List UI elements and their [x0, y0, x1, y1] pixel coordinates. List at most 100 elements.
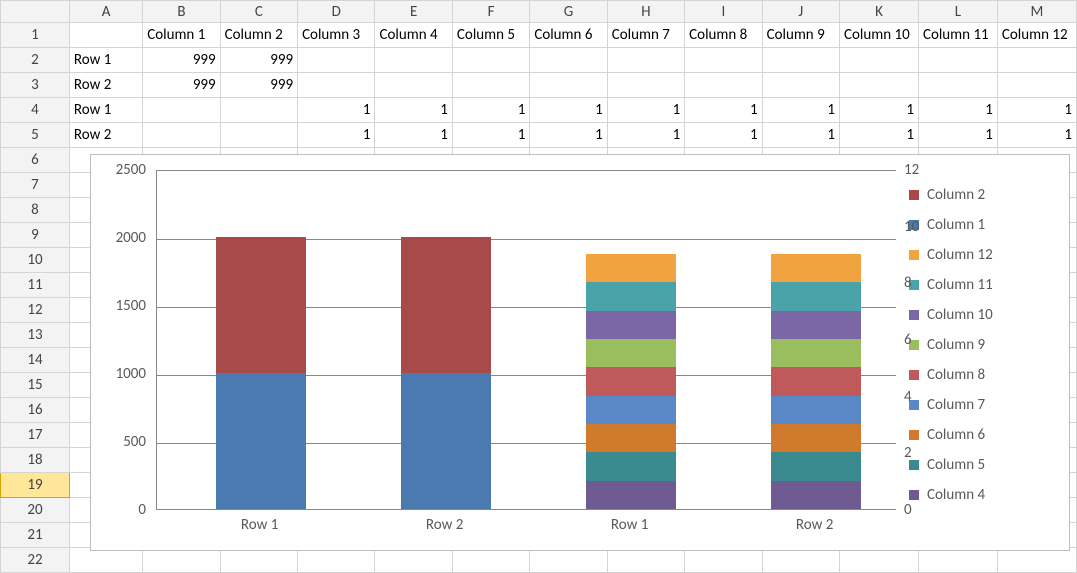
cell-K22[interactable] [840, 548, 919, 573]
cell-J3[interactable] [762, 73, 839, 98]
cell-E5[interactable]: 1 [375, 123, 452, 148]
cell-F2[interactable] [452, 48, 529, 73]
cell-K5[interactable]: 1 [840, 123, 919, 148]
cell-C2[interactable]: 999 [220, 48, 297, 73]
col-header-M[interactable]: M [997, 1, 1076, 23]
cell-I22[interactable] [685, 548, 762, 573]
row-header-16[interactable]: 16 [1, 398, 70, 423]
col-header-G[interactable]: G [530, 1, 607, 23]
col-header-J[interactable]: J [762, 1, 839, 23]
cell-L5[interactable]: 1 [918, 123, 997, 148]
cell-E3[interactable] [375, 73, 452, 98]
cell-D22[interactable] [298, 548, 375, 573]
cell-B4[interactable] [143, 98, 220, 123]
col-header-L[interactable]: L [918, 1, 997, 23]
cell-F3[interactable] [452, 73, 529, 98]
cell-C5[interactable] [220, 123, 297, 148]
row-header-13[interactable]: 13 [1, 323, 70, 348]
cell-J2[interactable] [762, 48, 839, 73]
cell-A2[interactable]: Row 1 [69, 48, 142, 73]
cell-G4[interactable]: 1 [530, 98, 607, 123]
cell-A4[interactable]: Row 1 [69, 98, 142, 123]
cell-G22[interactable] [530, 548, 607, 573]
cell-M4[interactable]: 1 [997, 98, 1076, 123]
cell-F4[interactable]: 1 [452, 98, 529, 123]
col-header-E[interactable]: E [375, 1, 452, 23]
row-header-4[interactable]: 4 [1, 98, 70, 123]
row-header-10[interactable]: 10 [1, 248, 70, 273]
row-header-1[interactable]: 1 [1, 23, 70, 48]
row-header-12[interactable]: 12 [1, 298, 70, 323]
cell-H3[interactable] [607, 73, 684, 98]
cell-L3[interactable] [918, 73, 997, 98]
cell-L4[interactable]: 1 [918, 98, 997, 123]
cell-J4[interactable]: 1 [762, 98, 839, 123]
row-header-22[interactable]: 22 [1, 548, 70, 573]
embedded-chart[interactable]: Column 2Column 1Column 12Column 11Column… [90, 154, 1070, 551]
cell-L22[interactable] [918, 548, 997, 573]
row-header-5[interactable]: 5 [1, 123, 70, 148]
cell-H2[interactable] [607, 48, 684, 73]
col-header-D[interactable]: D [298, 1, 375, 23]
row-header-15[interactable]: 15 [1, 373, 70, 398]
row-header-7[interactable]: 7 [1, 173, 70, 198]
cell-D2[interactable] [298, 48, 375, 73]
cell-M2[interactable] [997, 48, 1076, 73]
select-all-corner[interactable] [1, 1, 70, 23]
cell-G3[interactable] [530, 73, 607, 98]
cell-A5[interactable]: Row 2 [69, 123, 142, 148]
row-header-17[interactable]: 17 [1, 423, 70, 448]
cell-H1[interactable]: Column 7 [607, 23, 684, 48]
cell-A3[interactable]: Row 2 [69, 73, 142, 98]
cell-B5[interactable] [143, 123, 220, 148]
cell-D4[interactable]: 1 [298, 98, 375, 123]
cell-A22[interactable] [69, 548, 142, 573]
cell-L1[interactable]: Column 11 [918, 23, 997, 48]
cell-E22[interactable] [375, 548, 452, 573]
cell-K3[interactable] [840, 73, 919, 98]
cell-I2[interactable] [685, 48, 762, 73]
col-header-F[interactable]: F [452, 1, 529, 23]
cell-E1[interactable]: Column 4 [375, 23, 452, 48]
cell-D1[interactable]: Column 3 [298, 23, 375, 48]
cell-I5[interactable]: 1 [685, 123, 762, 148]
cell-H22[interactable] [607, 548, 684, 573]
row-header-20[interactable]: 20 [1, 498, 70, 523]
cell-H4[interactable]: 1 [607, 98, 684, 123]
cell-F1[interactable]: Column 5 [452, 23, 529, 48]
cell-H5[interactable]: 1 [607, 123, 684, 148]
cell-B1[interactable]: Column 1 [143, 23, 220, 48]
cell-J1[interactable]: Column 9 [762, 23, 839, 48]
cell-J5[interactable]: 1 [762, 123, 839, 148]
cell-I4[interactable]: 1 [685, 98, 762, 123]
cell-G1[interactable]: Column 6 [530, 23, 607, 48]
row-header-2[interactable]: 2 [1, 48, 70, 73]
cell-B3[interactable]: 999 [143, 73, 220, 98]
row-header-3[interactable]: 3 [1, 73, 70, 98]
cell-L2[interactable] [918, 48, 997, 73]
cell-K4[interactable]: 1 [840, 98, 919, 123]
cell-B22[interactable] [143, 548, 220, 573]
cell-I1[interactable]: Column 8 [685, 23, 762, 48]
cell-M1[interactable]: Column 12 [997, 23, 1076, 48]
row-header-18[interactable]: 18 [1, 448, 70, 473]
row-header-6[interactable]: 6 [1, 148, 70, 173]
cell-F5[interactable]: 1 [452, 123, 529, 148]
cell-E2[interactable] [375, 48, 452, 73]
row-header-21[interactable]: 21 [1, 523, 70, 548]
cell-C22[interactable] [220, 548, 297, 573]
col-header-B[interactable]: B [143, 1, 220, 23]
row-header-14[interactable]: 14 [1, 348, 70, 373]
cell-G2[interactable] [530, 48, 607, 73]
col-header-A[interactable]: A [69, 1, 142, 23]
cell-D5[interactable]: 1 [298, 123, 375, 148]
cell-I3[interactable] [685, 73, 762, 98]
row-header-8[interactable]: 8 [1, 198, 70, 223]
row-header-11[interactable]: 11 [1, 273, 70, 298]
cell-G5[interactable]: 1 [530, 123, 607, 148]
row-header-9[interactable]: 9 [1, 223, 70, 248]
cell-J22[interactable] [762, 548, 839, 573]
cell-B2[interactable]: 999 [143, 48, 220, 73]
cell-C4[interactable] [220, 98, 297, 123]
cell-D3[interactable] [298, 73, 375, 98]
